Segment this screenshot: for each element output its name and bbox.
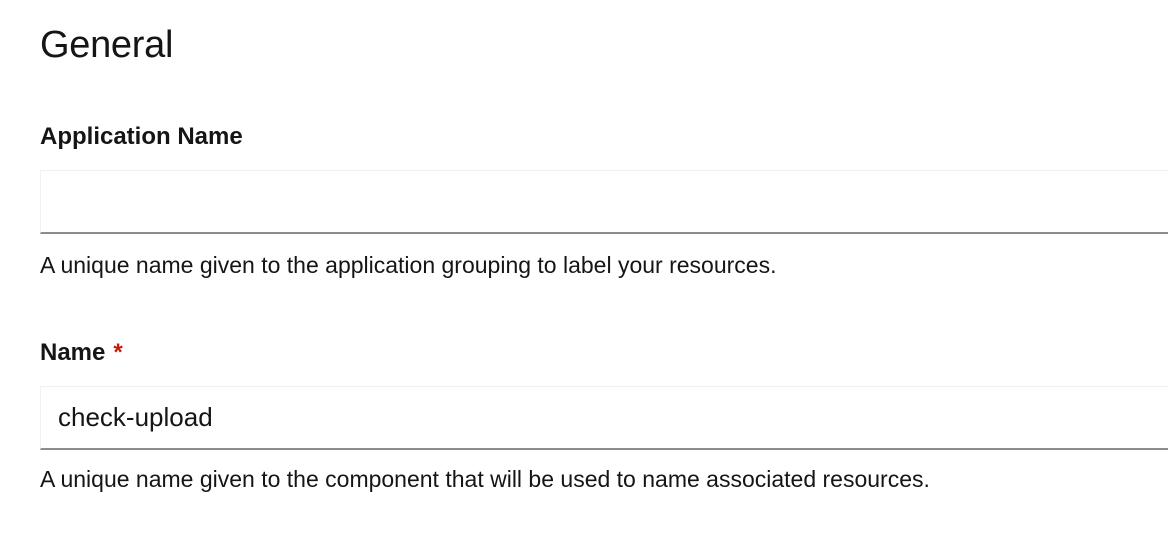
required-asterisk: * <box>113 339 123 366</box>
name-label: Name <box>40 339 106 366</box>
application-name-helper: A unique name given to the application g… <box>40 252 777 278</box>
section-title: General <box>40 24 174 66</box>
application-name-label: Application Name <box>40 123 243 150</box>
general-form: General Application Name A unique name g… <box>0 0 1168 538</box>
name-label-row: Name * <box>40 338 123 368</box>
name-input[interactable] <box>40 386 1168 450</box>
name-helper: A unique name given to the component tha… <box>40 466 930 492</box>
application-name-input[interactable] <box>40 170 1168 234</box>
